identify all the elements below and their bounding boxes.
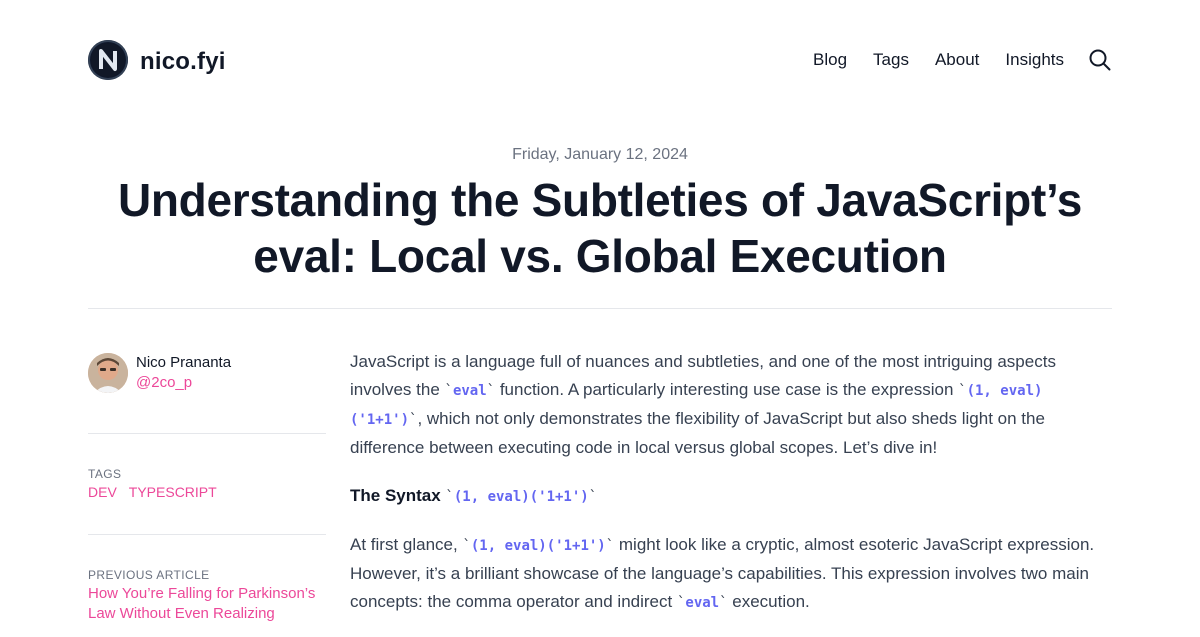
- site-title[interactable]: nico.fyi: [140, 48, 226, 76]
- inline-code: `eval`: [676, 595, 728, 611]
- nav-item-about[interactable]: About: [935, 50, 979, 70]
- author-photo-icon: [88, 353, 128, 393]
- search-button[interactable]: [1088, 48, 1112, 72]
- search-icon: [1089, 49, 1111, 71]
- site-logo-icon[interactable]: [88, 40, 128, 80]
- inline-code: `(1, eval)('1+1')`: [445, 489, 598, 505]
- post-date: Friday, January 12, 2024: [512, 146, 688, 163]
- avatar: [88, 353, 128, 393]
- tags-label: Tags: [88, 467, 122, 481]
- n-logo-icon: [91, 43, 125, 77]
- page-title: Understanding the Subtleties of JavaScri…: [117, 174, 1083, 282]
- sidebar-divider: [88, 433, 326, 434]
- section-heading: The Syntax `(1, eval)('1+1')`: [350, 486, 598, 505]
- article-body: JavaScript is a language full of nuances…: [350, 348, 1112, 637]
- sidebar-divider: [88, 534, 326, 535]
- paragraph-text: At first glance,: [350, 535, 463, 554]
- paragraph-text: , which not only demonstrates the flexib…: [350, 409, 1045, 457]
- main-nav: Blog Tags About Insights: [787, 50, 1064, 70]
- paragraph-text: execution.: [727, 592, 810, 611]
- tag-list: dev typescript: [88, 484, 229, 500]
- previous-article-label: Previous Article: [88, 568, 210, 582]
- tag-dev[interactable]: dev: [88, 484, 117, 500]
- inline-code: `(1, eval)('1+1')`: [462, 538, 615, 554]
- nav-item-insights[interactable]: Insights: [1005, 50, 1064, 70]
- tag-typescript[interactable]: typescript: [129, 484, 217, 500]
- article-paragraph: At first glance, `(1, eval)('1+1')` migh…: [350, 531, 1112, 617]
- nav-item-blog[interactable]: Blog: [813, 50, 847, 70]
- previous-article-link[interactable]: How You’re Falling for Parkinson’s Law W…: [88, 584, 326, 624]
- paragraph-text: function. A particularly interesting use…: [495, 380, 959, 399]
- author-handle-link[interactable]: @2co_p: [136, 374, 192, 391]
- inline-code: `eval`: [444, 383, 496, 399]
- site-header: nico.fyi Blog Tags About Insights: [88, 40, 1112, 80]
- nav-item-tags[interactable]: Tags: [873, 50, 909, 70]
- author-name: Nico Prananta: [136, 354, 232, 371]
- title-divider: [88, 308, 1112, 309]
- article-paragraph: JavaScript is a language full of nuances…: [350, 348, 1112, 462]
